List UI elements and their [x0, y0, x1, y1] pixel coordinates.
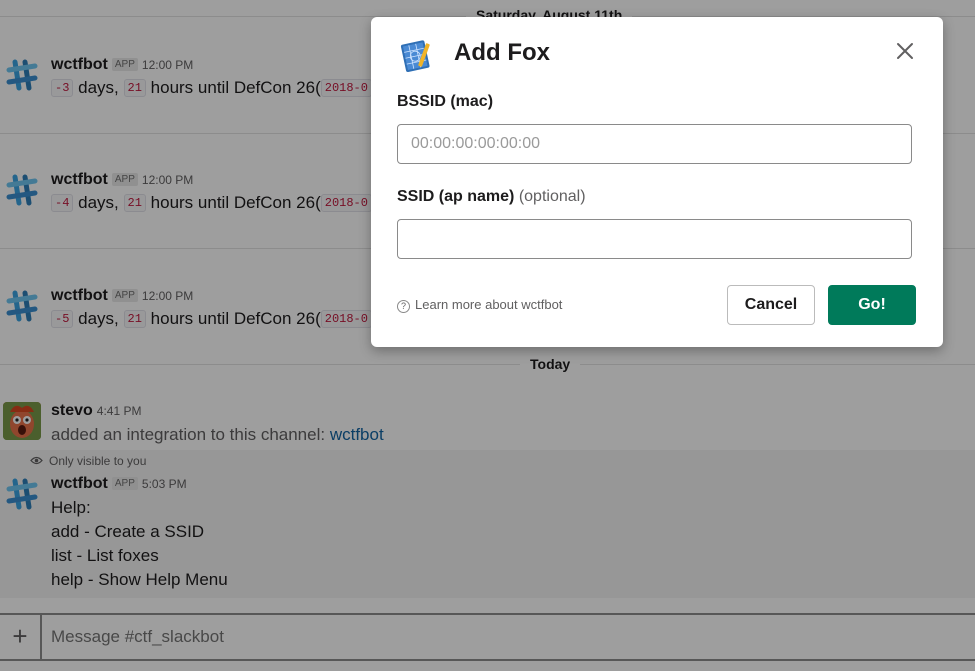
bssid-field[interactable] — [397, 124, 912, 164]
learn-more-text: Learn more about wctfbot — [415, 297, 563, 312]
ssid-label: SSID (ap name) (optional) — [397, 188, 586, 206]
ssid-field[interactable] — [397, 219, 912, 259]
go-button[interactable]: Go! — [828, 285, 916, 325]
blueprint-app-icon — [398, 37, 434, 73]
cancel-button[interactable]: Cancel — [727, 285, 815, 325]
add-fox-dialog: Add Fox BSSID (mac) SSID (ap name) (opti… — [371, 17, 943, 347]
ssid-optional-hint: (optional) — [518, 188, 586, 205]
ssid-label-text: SSID (ap name) — [397, 188, 515, 205]
learn-more-link[interactable]: ? Learn more about wctfbot — [397, 297, 562, 313]
close-icon[interactable] — [893, 39, 917, 63]
bssid-label: BSSID (mac) — [397, 93, 494, 110]
help-circle-icon: ? — [397, 300, 410, 313]
dialog-title: Add Fox — [454, 39, 550, 66]
